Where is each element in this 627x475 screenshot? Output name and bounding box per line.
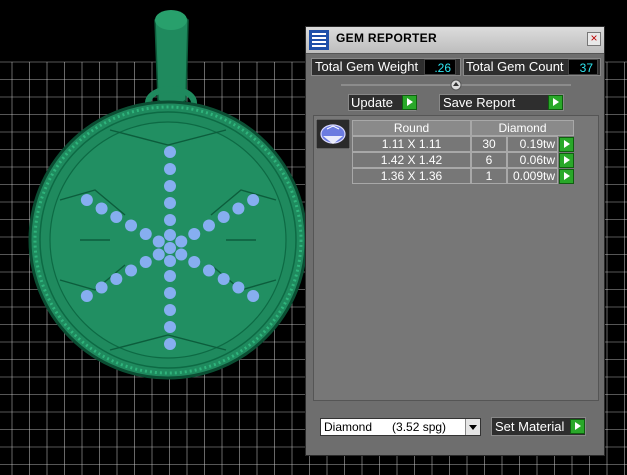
gem-weight: 0.19tw: [507, 136, 558, 152]
gem-count: 30: [471, 136, 507, 152]
gem-stone[interactable]: [164, 214, 176, 226]
gem-count: 6: [471, 152, 507, 168]
gem-stone[interactable]: [217, 273, 230, 285]
gem-reporter-icon: [309, 30, 329, 50]
material-select[interactable]: Diamond (3.52 spg): [320, 418, 481, 436]
gem-size: 1.11 X 1.11: [352, 136, 471, 152]
gem-stone[interactable]: [139, 228, 152, 240]
gem-stone[interactable]: [139, 256, 152, 268]
gem-stone[interactable]: [125, 219, 138, 232]
row-arrow-icon[interactable]: [559, 169, 574, 184]
gem-stone[interactable]: [202, 219, 215, 232]
gem-stone[interactable]: [125, 264, 138, 277]
update-label: Update: [351, 95, 393, 110]
update-arrow-icon[interactable]: [402, 95, 417, 110]
gem-weight: 0.06tw: [507, 152, 558, 168]
panel-divider: [341, 79, 571, 91]
gem-stone[interactable]: [247, 290, 260, 302]
gem-stone[interactable]: [164, 255, 176, 267]
gem-stone[interactable]: [152, 248, 165, 261]
gem-stone[interactable]: [164, 321, 176, 333]
gem-stone[interactable]: [164, 229, 176, 241]
gem-reporter-panel: GEM REPORTER × Total Gem Weight .26 Tota…: [305, 26, 605, 456]
gem-stone[interactable]: [152, 235, 165, 248]
row-arrow-icon[interactable]: [559, 153, 574, 168]
gem-stone[interactable]: [80, 194, 93, 206]
gem-stone[interactable]: [164, 180, 176, 192]
row-arrow-icon[interactable]: [559, 137, 574, 152]
gem-stone[interactable]: [80, 290, 93, 302]
gem-size: 1.36 X 1.36: [352, 168, 471, 184]
save-report-arrow-icon[interactable]: [548, 95, 563, 110]
gem-stone[interactable]: [202, 264, 215, 277]
gem-stone[interactable]: [164, 270, 176, 282]
gem-stone[interactable]: [164, 338, 176, 350]
gem-stone[interactable]: [217, 211, 230, 223]
gem-stone[interactable]: [164, 146, 176, 158]
total-count-value: 37: [568, 59, 598, 75]
total-count-label: Total Gem Count: [466, 59, 564, 74]
total-weight-label: Total Gem Weight: [315, 59, 419, 74]
gem-stone[interactable]: [95, 281, 108, 294]
gem-stone[interactable]: [247, 194, 260, 206]
gem-stone[interactable]: [164, 242, 176, 254]
round-gem-icon: [316, 119, 350, 149]
material-selected-value: Diamond (3.52 spg): [324, 420, 447, 434]
chevron-down-icon[interactable]: [465, 419, 480, 435]
save-report-label: Save Report: [443, 95, 516, 110]
gem-stone[interactable]: [164, 304, 176, 316]
set-material-arrow-icon[interactable]: [570, 419, 585, 434]
gem-stone[interactable]: [175, 235, 188, 248]
gem-weight: 0.009tw: [507, 168, 558, 184]
gem-stone[interactable]: [188, 256, 201, 268]
gem-stone[interactable]: [164, 163, 176, 175]
gem-stone[interactable]: [110, 211, 123, 223]
gem-stone[interactable]: [188, 228, 201, 240]
panel-titlebar[interactable]: GEM REPORTER ×: [306, 27, 604, 54]
column-header-material: Diamond: [471, 120, 574, 136]
set-material-label: Set Material: [495, 419, 565, 434]
total-weight-value: .26: [424, 59, 456, 75]
gem-stone[interactable]: [164, 287, 176, 299]
column-header-shape: Round: [352, 120, 471, 136]
gem-stone[interactable]: [110, 273, 123, 285]
gem-table-area: Round Diamond 1.11 X 1.11 30 0.19tw 1.42…: [313, 115, 599, 401]
panel-title: GEM REPORTER: [336, 31, 437, 45]
gem-stone[interactable]: [232, 281, 245, 294]
gem-stone[interactable]: [232, 202, 245, 215]
gem-stone[interactable]: [175, 248, 188, 261]
close-button[interactable]: ×: [587, 32, 601, 46]
gem-stone[interactable]: [164, 197, 176, 209]
gem-stone[interactable]: [95, 202, 108, 215]
gem-size: 1.42 X 1.42: [352, 152, 471, 168]
pendant-model[interactable]: [28, 10, 308, 380]
gem-count: 1: [471, 168, 507, 184]
